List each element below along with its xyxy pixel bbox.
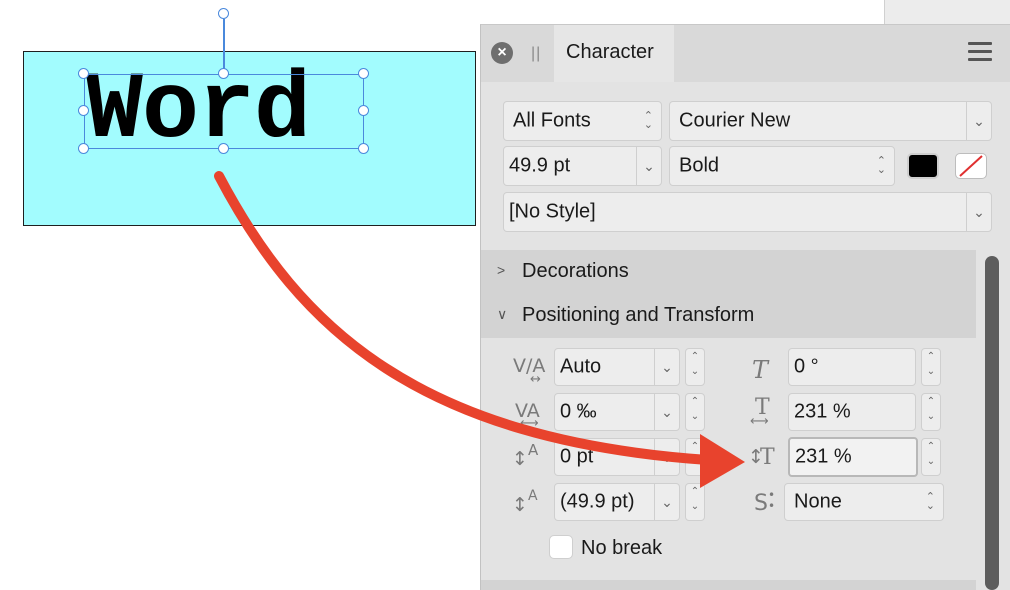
leading-field[interactable]: (49.9 pt) ⌄: [554, 483, 680, 521]
rotation-handle[interactable]: [218, 8, 229, 19]
paragraph-style-select[interactable]: [No Style] ⌄: [503, 192, 992, 232]
chevron-down-icon[interactable]: ⌄: [654, 484, 679, 520]
scale-vertical-icon: T: [760, 445, 775, 470]
typographic-case-icon: S: [754, 491, 768, 516]
scale-horizontal-arrows-icon: ⟷: [750, 414, 769, 429]
baseline-value: 0 pt: [560, 445, 594, 468]
no-break-checkbox[interactable]: [549, 535, 573, 559]
scale-vertical-field[interactable]: 231 %: [788, 437, 918, 477]
kerning-field[interactable]: Auto ⌄: [554, 348, 680, 386]
scale-vertical-value: 231 %: [795, 445, 852, 468]
typographic-case-select[interactable]: None ⌃ ⌄: [784, 483, 944, 521]
skew-field[interactable]: 0 °: [788, 348, 916, 386]
font-size-value: 49.9 pt: [509, 154, 571, 177]
leading-icon: A: [528, 488, 538, 504]
selection-handle-tr[interactable]: [358, 68, 369, 79]
background-strip: [884, 0, 1010, 25]
next-section-edge: [481, 580, 976, 590]
skew-icon: T: [752, 356, 769, 384]
skew-value: 0 °: [794, 355, 819, 378]
scale-horizontal-field[interactable]: 231 %: [788, 393, 916, 431]
hamburger-menu-icon[interactable]: [968, 42, 992, 62]
typographic-case-dots-icon: • •: [768, 488, 776, 513]
kerning-stepper[interactable]: ⌃ ⌄: [685, 348, 705, 386]
font-collection-value: All Fonts: [513, 109, 591, 132]
section-decorations[interactable]: > Decorations: [481, 250, 976, 294]
scrollbar[interactable]: [985, 256, 999, 590]
stroke-color-swatch[interactable]: [955, 153, 987, 179]
selection-handle-tc[interactable]: [218, 68, 229, 79]
leading-value: (49.9 pt): [560, 490, 635, 513]
fill-color-swatch[interactable]: [907, 153, 939, 179]
scale-horizontal-stepper[interactable]: ⌃ ⌄: [921, 393, 941, 431]
section-decorations-label: Decorations: [522, 260, 629, 282]
font-family-select[interactable]: Courier New ⌄: [669, 101, 992, 141]
baseline-stepper[interactable]: ⌃ ⌄: [685, 438, 705, 476]
tracking-stepper[interactable]: ⌃ ⌄: [685, 393, 705, 431]
chevron-down-icon[interactable]: ⌄: [636, 147, 661, 185]
tab-character-label: Character: [566, 41, 654, 63]
selection-handle-br[interactable]: [358, 143, 369, 154]
selection-handle-bc[interactable]: [218, 143, 229, 154]
section-positioning-label: Positioning and Transform: [522, 304, 755, 326]
selection-handle-mr[interactable]: [358, 105, 369, 116]
tracking-arrows-icon: ⟷: [520, 416, 539, 431]
typographic-case-value: None: [794, 490, 842, 513]
chevron-right-icon: >: [497, 262, 506, 278]
font-collection-select[interactable]: All Fonts ⌃ ⌄: [503, 101, 662, 141]
leading-arrow-icon: ↕: [512, 494, 528, 516]
baseline-icon: A: [528, 441, 539, 459]
scale-vertical-stepper[interactable]: ⌃ ⌄: [921, 438, 941, 476]
close-icon[interactable]: ×: [491, 42, 513, 64]
kerning-value: Auto: [560, 355, 602, 378]
chevron-down-icon[interactable]: ⌄: [966, 193, 991, 231]
selection-handle-bl[interactable]: [78, 143, 89, 154]
updown-icon: ⌃ ⌄: [643, 110, 653, 131]
font-style-value: Bold: [679, 154, 720, 177]
selection-handle-ml[interactable]: [78, 105, 89, 116]
leading-stepper[interactable]: ⌃ ⌄: [685, 483, 705, 521]
font-style-select[interactable]: Bold ⌃ ⌄: [669, 146, 895, 186]
drag-grip-icon[interactable]: ||: [531, 45, 541, 63]
kerning-arrows-icon: ↔: [530, 372, 541, 387]
chevron-down-icon[interactable]: ⌄: [654, 394, 679, 430]
selection-handle-tl[interactable]: [78, 68, 89, 79]
no-color-slash-icon: [959, 155, 983, 177]
tracking-value: 0 ‰: [560, 400, 597, 423]
chevron-down-icon[interactable]: ⌄: [966, 102, 991, 140]
scale-horizontal-value: 231 %: [794, 400, 851, 423]
tracking-field[interactable]: 0 ‰ ⌄: [554, 393, 680, 431]
paragraph-style-value: [No Style]: [509, 200, 596, 223]
skew-stepper[interactable]: ⌃ ⌄: [921, 348, 941, 386]
chevron-down-icon: ∨: [497, 306, 508, 322]
updown-icon: ⌃ ⌄: [925, 491, 935, 512]
no-break-label: No break: [581, 537, 663, 559]
selection-box: [84, 74, 364, 149]
chevron-down-icon[interactable]: ⌄: [654, 349, 679, 385]
baseline-field[interactable]: 0 pt ⌄: [554, 438, 680, 476]
chevron-down-icon[interactable]: ⌄: [654, 439, 679, 475]
font-size-field[interactable]: 49.9 pt ⌄: [503, 146, 662, 186]
font-family-value: Courier New: [679, 109, 791, 132]
section-positioning[interactable]: ∨ Positioning and Transform: [481, 294, 976, 338]
updown-icon: ⌃ ⌄: [876, 155, 886, 176]
baseline-arrow-icon: ↕: [512, 448, 528, 470]
